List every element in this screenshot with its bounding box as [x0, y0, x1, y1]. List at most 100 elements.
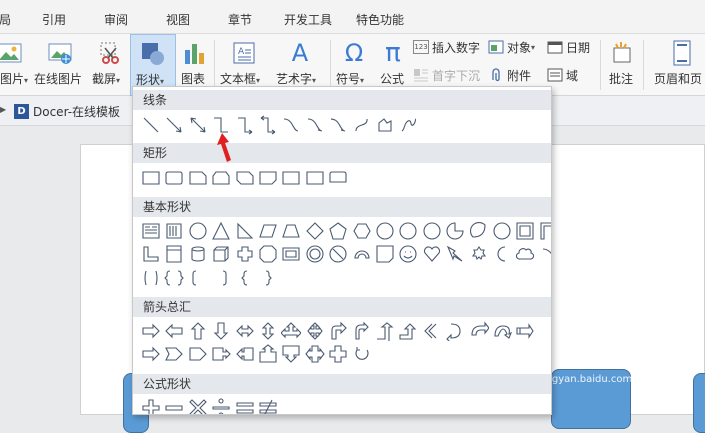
arrow-shape-icon[interactable]: [258, 344, 278, 364]
basic-shape-icon[interactable]: [188, 268, 208, 288]
arrow-shape-icon[interactable]: [235, 321, 255, 341]
first-char-sink-button[interactable]: 首字下沉: [413, 65, 480, 85]
line-shape-icon[interactable]: [398, 115, 418, 135]
formula-shape-icon[interactable]: [235, 398, 255, 414]
arrow-shape-icon[interactable]: [352, 344, 372, 364]
arrow-shape-icon[interactable]: [328, 344, 348, 364]
arrow-shape-icon[interactable]: [141, 344, 161, 364]
line-shape-icon[interactable]: [258, 115, 278, 135]
basic-shape-icon[interactable]: [258, 244, 278, 264]
basic-shape-icon[interactable]: [352, 221, 372, 241]
basic-shape-icon[interactable]: [375, 221, 395, 241]
arrow-shape-icon[interactable]: [211, 344, 231, 364]
rectangle-shape-icon[interactable]: [235, 168, 255, 188]
picture-button[interactable]: 图片▾: [0, 34, 28, 96]
arrow-shape-icon[interactable]: [281, 344, 301, 364]
basic-shape-icon[interactable]: [352, 244, 372, 264]
header-footer-button[interactable]: 页眉和页: [652, 34, 705, 96]
basic-shape-icon[interactable]: [539, 244, 551, 264]
basic-shape-icon[interactable]: [141, 221, 161, 241]
rectangle-shape-icon[interactable]: [258, 168, 278, 188]
tab-review[interactable]: 审阅: [104, 11, 128, 28]
basic-shape-icon[interactable]: [164, 221, 184, 241]
docer-tab[interactable]: D Docer-在线模板: [14, 101, 120, 121]
basic-shape-icon[interactable]: [515, 221, 535, 241]
arrow-shape-icon[interactable]: [445, 321, 465, 341]
rectangle-shape-icon[interactable]: [281, 168, 301, 188]
basic-shape-icon[interactable]: [211, 244, 231, 264]
arrow-shape-icon[interactable]: [515, 321, 535, 341]
arrow-shape-icon[interactable]: [492, 321, 512, 341]
formula-shape-icon[interactable]: [164, 398, 184, 414]
field-button[interactable]: 域: [547, 65, 578, 85]
arrow-shape-icon[interactable]: [188, 344, 208, 364]
formula-shape-icon[interactable]: [141, 398, 161, 414]
basic-shape-icon[interactable]: [328, 221, 348, 241]
arrow-shape-icon[interactable]: [211, 321, 231, 341]
arrow-shape-icon[interactable]: [235, 344, 255, 364]
online-picture-button[interactable]: 在线图片: [34, 34, 86, 96]
comment-button[interactable]: 批注: [604, 34, 640, 96]
arrow-shape-icon[interactable]: [305, 321, 325, 341]
line-shape-icon[interactable]: [328, 115, 348, 135]
formula-shape-icon[interactable]: [211, 398, 231, 414]
basic-shape-icon[interactable]: [492, 221, 512, 241]
basic-shape-icon[interactable]: [445, 221, 465, 241]
rectangle-shape-icon[interactable]: [164, 168, 184, 188]
basic-shape-icon[interactable]: [469, 221, 489, 241]
basic-shape-icon[interactable]: [328, 244, 348, 264]
line-shape-icon[interactable]: [164, 115, 184, 135]
tab-layout[interactable]: 局: [0, 11, 11, 28]
line-shape-icon[interactable]: [352, 115, 372, 135]
tab-references[interactable]: 引用: [42, 11, 66, 28]
line-shape-icon[interactable]: [281, 115, 301, 135]
attachment-button[interactable]: 附件: [488, 65, 531, 85]
arrow-shape-icon[interactable]: [164, 321, 184, 341]
arrow-shape-icon[interactable]: [375, 321, 395, 341]
rectangle-shape-icon[interactable]: [141, 168, 161, 188]
tab-developer[interactable]: 开发工具: [284, 11, 332, 28]
basic-shape-icon[interactable]: [235, 268, 255, 288]
date-button[interactable]: 日期: [547, 37, 590, 57]
basic-shape-icon[interactable]: [281, 221, 301, 241]
insert-number-button[interactable]: 123 插入数字: [413, 37, 480, 57]
basic-shape-icon[interactable]: [515, 244, 535, 264]
tab-features[interactable]: 特色功能: [356, 11, 404, 28]
basic-shape-icon[interactable]: [235, 221, 255, 241]
arrow-shape-icon[interactable]: [305, 344, 325, 364]
formula-shape-icon[interactable]: [188, 398, 208, 414]
basic-shape-icon[interactable]: [188, 244, 208, 264]
line-shape-icon[interactable]: [305, 115, 325, 135]
basic-shape-icon[interactable]: [141, 244, 161, 264]
arrow-shape-icon[interactable]: [352, 321, 372, 341]
basic-shape-icon[interactable]: [398, 221, 418, 241]
basic-shape-icon[interactable]: [281, 244, 301, 264]
arrow-shape-icon[interactable]: [469, 321, 489, 341]
basic-shape-icon[interactable]: [375, 244, 395, 264]
formula-shape-icon[interactable]: [258, 398, 278, 414]
basic-shape-icon[interactable]: [141, 268, 161, 288]
arrow-shape-icon[interactable]: [164, 344, 184, 364]
basic-shape-icon[interactable]: [539, 221, 551, 241]
basic-shape-icon[interactable]: [258, 221, 278, 241]
arrow-shape-icon[interactable]: [258, 321, 278, 341]
basic-shape-icon[interactable]: [422, 221, 442, 241]
screenshot-button[interactable]: 截屏▾: [92, 34, 128, 96]
arrow-shape-icon[interactable]: [281, 321, 302, 341]
basic-shape-icon[interactable]: [235, 244, 255, 264]
basic-shape-icon[interactable]: [422, 244, 442, 264]
tab-view[interactable]: 视图: [166, 11, 190, 28]
rectangle-shape-icon[interactable]: [328, 168, 348, 188]
line-shape-icon[interactable]: [188, 115, 208, 135]
basic-shape-icon[interactable]: [258, 268, 278, 288]
basic-shape-icon[interactable]: [492, 244, 512, 264]
arrow-shape-icon[interactable]: [398, 321, 418, 341]
basic-shape-icon[interactable]: [445, 244, 465, 264]
rectangle-shape-icon[interactable]: [211, 168, 231, 188]
basic-shape-icon[interactable]: [188, 221, 208, 241]
basic-shape-icon[interactable]: [305, 244, 325, 264]
rectangle-shape-icon[interactable]: [305, 168, 325, 188]
tabstrip-arrow-icon[interactable]: ▶: [0, 105, 6, 114]
rectangle-shape-icon[interactable]: [188, 168, 208, 188]
basic-shape-icon[interactable]: [305, 221, 325, 241]
